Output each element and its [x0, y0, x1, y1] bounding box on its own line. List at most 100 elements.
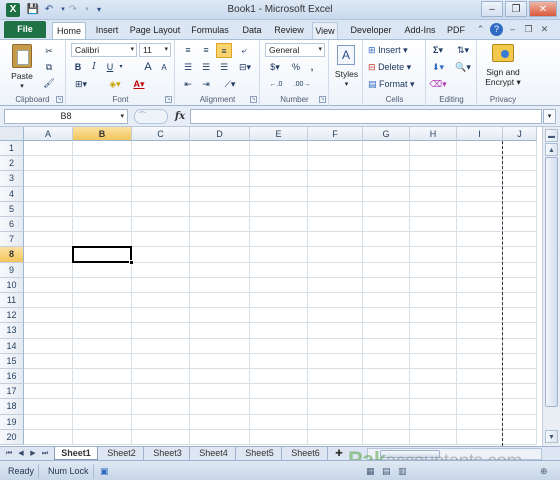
currency-button[interactable]: $▾: [265, 60, 285, 75]
column-header-a[interactable]: A: [24, 127, 73, 141]
bold-button[interactable]: B: [71, 60, 85, 75]
column-header-j[interactable]: J: [503, 127, 537, 141]
autosum-button[interactable]: Σ▾: [429, 43, 447, 58]
minimize-button[interactable]: –: [481, 1, 503, 17]
column-header-i[interactable]: I: [457, 127, 503, 141]
styles-button[interactable]: Styles: [330, 70, 363, 79]
row-header-2[interactable]: 2: [0, 156, 24, 172]
row-header-3[interactable]: 3: [0, 171, 24, 187]
sheet-tab-sheet2[interactable]: Sheet2: [100, 447, 144, 460]
row-header-17[interactable]: 17: [0, 384, 24, 400]
tab-data[interactable]: Data: [238, 22, 266, 39]
row-header-10[interactable]: 10: [0, 277, 24, 293]
align-center-icon[interactable]: ☰: [198, 60, 214, 75]
sheet-tab-sheet3[interactable]: Sheet3: [146, 447, 190, 460]
column-header-e[interactable]: E: [250, 127, 308, 141]
tab-file[interactable]: File: [4, 21, 46, 38]
sheet-tab-sheet4[interactable]: Sheet4: [192, 447, 236, 460]
last-sheet-icon[interactable]: ⏭: [40, 448, 50, 460]
scroll-split-icon[interactable]: ▬: [545, 129, 558, 142]
shrink-font-button[interactable]: A: [157, 60, 171, 75]
alignment-launcher-icon[interactable]: ↘: [250, 96, 257, 103]
formula-bar-resize-icon[interactable]: ⁀: [134, 109, 168, 124]
styles-icon[interactable]: A: [337, 45, 355, 65]
encrypt-label[interactable]: Encrypt ▾: [478, 78, 528, 87]
sheet-tab-sheet1[interactable]: Sheet1: [54, 447, 98, 460]
normal-view-icon[interactable]: ▦: [362, 464, 379, 478]
italic-button[interactable]: I: [87, 60, 101, 75]
scroll-up-icon[interactable]: ▲: [545, 143, 558, 156]
macro-record-icon[interactable]: ▣: [96, 464, 113, 478]
row-header-20[interactable]: 20: [0, 429, 24, 445]
paste-dropdown-icon[interactable]: ▾: [16, 82, 28, 91]
name-box-dropdown-icon[interactable]: ▾: [120, 110, 124, 123]
tab-view[interactable]: View: [312, 22, 338, 39]
clear-icon[interactable]: ⌫▾: [429, 77, 447, 92]
paste-icon[interactable]: [12, 44, 32, 68]
row-header-6[interactable]: 6: [0, 217, 24, 233]
column-header-c[interactable]: C: [132, 127, 190, 141]
window-close-icon[interactable]: ✕: [538, 23, 551, 36]
vertical-scroll-thumb[interactable]: [545, 157, 558, 407]
tab-formulas[interactable]: Formulas: [188, 22, 232, 39]
fill-color-icon[interactable]: ◈▾: [105, 77, 125, 92]
paste-button[interactable]: Paste: [6, 72, 38, 81]
sort-filter-icon[interactable]: ⇅▾: [453, 43, 473, 58]
sign-and-label[interactable]: Sign and: [478, 68, 528, 77]
scroll-down-icon[interactable]: ▼: [545, 430, 558, 443]
underline-button[interactable]: U: [103, 60, 117, 75]
close-button[interactable]: ✕: [529, 1, 557, 17]
fill-handle[interactable]: [129, 259, 134, 265]
tab-pdf[interactable]: PDF: [445, 22, 467, 39]
row-header-4[interactable]: 4: [0, 186, 24, 202]
increase-indent-icon[interactable]: ⇥: [198, 77, 214, 92]
first-sheet-icon[interactable]: ⏮: [4, 448, 14, 460]
align-bottom-icon[interactable]: ≡: [216, 43, 232, 58]
align-middle-icon[interactable]: ≡: [198, 43, 214, 58]
wrap-text-icon[interactable]: ⤶: [236, 43, 252, 58]
merge-center-icon[interactable]: ⊟▾: [236, 60, 254, 75]
name-box[interactable]: B8 ▾: [4, 109, 128, 124]
row-header-19[interactable]: 19: [0, 414, 24, 430]
zoom-in-icon[interactable]: ⊕: [536, 464, 552, 478]
row-header-5[interactable]: 5: [0, 201, 24, 217]
row-header-11[interactable]: 11: [0, 293, 24, 309]
font-launcher-icon[interactable]: ↘: [165, 96, 172, 103]
fill-icon[interactable]: ⬇▾: [429, 60, 447, 75]
orientation-icon[interactable]: ⟋▾: [220, 77, 240, 92]
format-cells-button[interactable]: ▤ Format ▾: [368, 77, 424, 92]
formula-input[interactable]: [190, 109, 542, 124]
help-icon[interactable]: ?: [490, 23, 503, 36]
window-restore-icon[interactable]: ❐: [522, 23, 535, 36]
find-select-icon[interactable]: 🔍▾: [453, 60, 473, 75]
decrease-indent-icon[interactable]: ⇤: [180, 77, 196, 92]
row-header-7[interactable]: 7: [0, 232, 24, 248]
underline-dropdown-icon[interactable]: ▾: [117, 60, 125, 75]
sheet-tab-sheet6[interactable]: Sheet6: [284, 447, 328, 460]
column-header-d[interactable]: D: [190, 127, 250, 141]
row-header-14[interactable]: 14: [0, 338, 24, 354]
row-header-16[interactable]: 16: [0, 369, 24, 385]
select-all-corner[interactable]: [0, 127, 24, 141]
column-header-h[interactable]: H: [410, 127, 457, 141]
tab-developer[interactable]: Developer: [346, 22, 396, 39]
font-size-combo[interactable]: 11 ▾: [139, 43, 171, 57]
percent-button[interactable]: %: [289, 60, 303, 75]
align-right-icon[interactable]: ☰: [216, 60, 232, 75]
font-color-icon[interactable]: A▾: [129, 77, 149, 92]
number-format-combo[interactable]: General ▾: [265, 43, 325, 57]
column-header-f[interactable]: F: [308, 127, 363, 141]
grow-font-button[interactable]: A: [141, 60, 155, 75]
copy-icon[interactable]: ⧉: [42, 60, 56, 75]
tab-add-ins[interactable]: Add-Ins: [400, 22, 440, 39]
worksheet-grid[interactable]: ABCDEFGHIJ 1 2 3 4 5 6 7 8 9 10 11 12 13 14 15 16 17 18 19…: [0, 127, 542, 446]
clipboard-launcher-icon[interactable]: ↘: [56, 96, 63, 103]
row-header-13[interactable]: 13: [0, 323, 24, 339]
vertical-scrollbar[interactable]: ▬ ▲ ▼: [542, 127, 560, 446]
minimize-ribbon-icon[interactable]: ⌃: [474, 23, 487, 36]
next-sheet-icon[interactable]: ▶: [28, 448, 38, 460]
align-top-icon[interactable]: ≡: [180, 43, 196, 58]
formula-expand-icon[interactable]: ▾: [543, 109, 556, 124]
row-header-18[interactable]: 18: [0, 399, 24, 415]
column-header-b[interactable]: B: [73, 127, 132, 141]
